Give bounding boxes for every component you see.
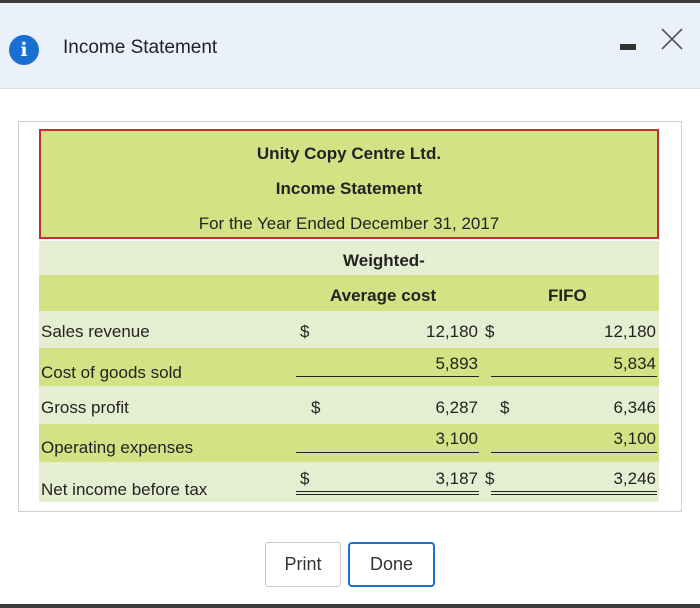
col-header-wac-line2: Average cost xyxy=(330,286,437,305)
column-header-row-2: Average cost FIFO xyxy=(39,275,659,311)
table-row: Operating expenses 3,100 3,100 xyxy=(39,424,659,462)
column-header-row-1: Weighted- xyxy=(39,241,659,275)
wac-currency: $ xyxy=(300,469,310,488)
statement-name: Income Statement xyxy=(275,179,423,198)
fifo-currency: $ xyxy=(485,469,495,488)
wac-underline xyxy=(296,452,479,453)
company-name: Unity Copy Centre Ltd. xyxy=(256,144,442,163)
col-header-fifo: FIFO xyxy=(548,286,587,305)
fifo-underline xyxy=(491,452,657,453)
fifo-currency: $ xyxy=(485,322,495,341)
wac-currency: $ xyxy=(311,398,321,417)
dialog-titlebar: i Income Statement xyxy=(0,3,700,89)
row-label: Sales revenue xyxy=(41,322,150,341)
fifo-value: 6,346 xyxy=(613,398,656,417)
wac-value: 5,893 xyxy=(435,354,478,373)
table-row: Sales revenue $ 12,180 $ 12,180 xyxy=(39,311,659,348)
row-label: Gross profit xyxy=(41,398,129,417)
col-header-wac-line1: Weighted- xyxy=(343,251,425,270)
table-row: Net income before tax $ 3,187 $ 3,246 xyxy=(39,462,659,502)
fifo-value: 3,100 xyxy=(613,429,656,448)
fifo-double-underline xyxy=(491,491,657,495)
wac-double-underline xyxy=(296,491,479,495)
statement-header: Unity Copy Centre Ltd. Income Statement … xyxy=(39,129,659,239)
table-row: Gross profit $ 6,287 $ 6,346 xyxy=(39,386,659,424)
minimize-icon[interactable] xyxy=(620,44,636,50)
window-bottom-border xyxy=(0,604,700,608)
fifo-value: 12,180 xyxy=(604,322,656,341)
wac-value: 3,100 xyxy=(435,429,478,448)
print-button[interactable]: Print xyxy=(265,542,341,587)
dialog-title: Income Statement xyxy=(63,37,218,58)
wac-value: 6,287 xyxy=(435,398,478,417)
fifo-underline xyxy=(491,376,657,377)
fifo-value: 3,246 xyxy=(613,469,656,488)
wac-value: 12,180 xyxy=(426,322,478,341)
table-row: Cost of goods sold 5,893 5,834 xyxy=(39,348,659,386)
fifo-currency: $ xyxy=(500,398,510,417)
done-button[interactable]: Done xyxy=(348,542,435,587)
close-icon[interactable] xyxy=(657,24,687,54)
wac-currency: $ xyxy=(300,322,310,341)
row-label: Operating expenses xyxy=(41,438,194,457)
row-label: Cost of goods sold xyxy=(41,363,182,382)
info-icon: i xyxy=(9,35,39,65)
fifo-value: 5,834 xyxy=(613,354,656,373)
row-label: Net income before tax xyxy=(41,480,208,499)
wac-underline xyxy=(296,376,479,377)
wac-value: 3,187 xyxy=(435,469,478,488)
statement-period: For the Year Ended December 31, 2017 xyxy=(198,214,500,233)
